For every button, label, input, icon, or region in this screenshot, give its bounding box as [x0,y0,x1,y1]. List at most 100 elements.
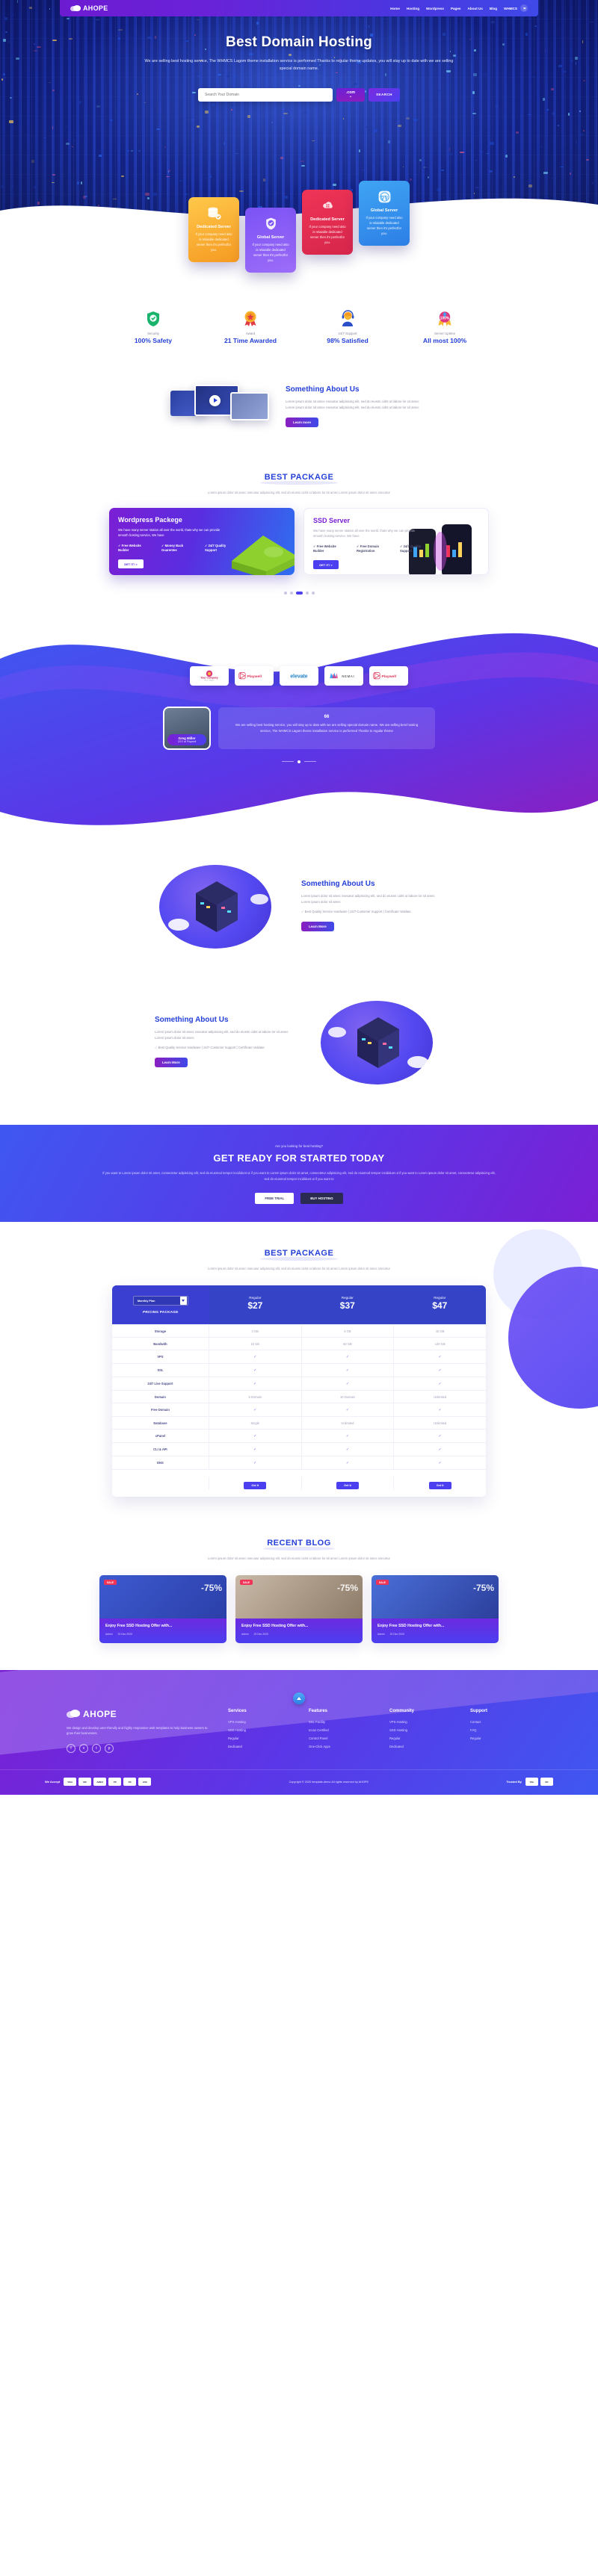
accepted-payments: We Accept VISA MC AMEX PP DC JCB [45,1778,151,1786]
best-package-section: BEST PACKAGE Lorem ipsum dolor sit amec … [0,453,598,595]
nav-item-whmcs[interactable]: WHMCS [504,7,517,10]
blog-meta: Admin 20 Dec 2020 [377,1633,493,1636]
stat-3: 24/7 Support 98% Satisfied [313,308,382,344]
pricing-foot-spacer [112,1477,209,1490]
learn-more-button[interactable]: Learn more [286,418,318,427]
pricing-table-foot: Get It Get It Get It [112,1469,486,1497]
nav-item-pages[interactable]: Pages [451,7,461,10]
free-trial-button[interactable]: FREE TRIAL [255,1193,294,1204]
search-input[interactable] [198,88,333,102]
footer-link[interactable]: VPS Hosting [389,1720,451,1724]
blog-meta-item: Admin [105,1633,113,1636]
footer-link[interactable]: SSL Facility [309,1720,370,1724]
carousel-dot[interactable] [296,592,303,595]
about2-bullets: ✓ Best Quality Service Hardware | 24/7 C… [301,910,443,913]
footer-column-title: Services [228,1709,289,1713]
server-light [231,109,232,111]
carousel-dot[interactable] [284,592,287,595]
plan-select-value: Monthly Plan [138,1300,155,1303]
server-light [66,143,70,145]
get-it-button-1[interactable]: Get It [244,1482,266,1489]
get-it-button-3[interactable]: Get It [429,1482,451,1489]
footer-link[interactable]: Regular [470,1737,531,1740]
nav-item-home[interactable]: Home [390,7,400,10]
server-light [428,176,429,179]
nav-item-about-us[interactable]: About Us [467,7,482,10]
pinterest-icon[interactable]: p [105,1744,114,1753]
carousel-dot[interactable] [290,592,293,595]
pricing-row: SSL ✓ ✓ ✓ [112,1363,486,1377]
server-light [552,112,555,114]
partner-logo-1[interactable]: Your Company Here’s Slogan [190,666,229,686]
svg-text:Playwell: Playwell [247,674,262,679]
blog-heading: RECENT BLOG [267,1539,331,1548]
facebook-icon[interactable]: f [67,1744,75,1753]
footer-link[interactable]: Dedicated [228,1745,289,1748]
footer-link[interactable]: Control Panel [309,1737,370,1740]
brand-logo[interactable]: AHOPE [70,4,108,12]
pricing-row: DNS ✓ ✓ ✓ [112,1456,486,1469]
footer-link[interactable]: VPS Hosting [228,1720,289,1724]
server-light [212,103,216,106]
plan-select-dropdown[interactable]: Monthly Plan [133,1296,188,1306]
feature-card-3[interactable]: Dedicated Server If your company need als… [302,190,353,255]
about3-learn-more-button[interactable]: Learn More [155,1058,188,1067]
carousel-dot[interactable] [306,592,309,595]
band-content: Your Company Here’s Slogan Playwell elevate… [0,614,598,763]
footer-link[interactable]: Dedicated [389,1745,451,1748]
about-video-thumbnail[interactable] [170,382,269,431]
partner-logo-5[interactable]: Playwell [369,666,408,686]
footer-link[interactable]: One-Click Apps [309,1745,370,1748]
pricing-row: Bandwith 15 GB 50 GB 120 GB [112,1337,486,1350]
pricing-row: 24/7 Live Support ✓ ✓ ✓ [112,1377,486,1390]
hero-subtitle: We are selling best hosting service, The… [142,58,456,73]
play-button-icon[interactable] [209,395,221,406]
scroll-to-top-icon[interactable] [293,1692,305,1704]
footer-link[interactable]: SSD Hosting [228,1728,289,1732]
footer-about-text: We design and develop user-friendly and … [67,1725,209,1737]
twitter-icon[interactable]: t [92,1744,101,1753]
footer-link[interactable]: Contact [470,1720,531,1724]
blog-image: SALE -75% [372,1575,499,1618]
footer-link-columns: Services VPS Hosting SSD Hosting Regular Ded… [228,1709,531,1754]
about2-learn-more-button[interactable]: Learn More [301,922,334,931]
server-light [301,165,305,167]
cart-icon[interactable] [520,4,528,12]
buy-hosting-button[interactable]: BUY HOSTING [300,1193,342,1204]
vimeo-icon[interactable]: v [79,1744,88,1753]
server-light [156,128,160,129]
nav-item-hosting[interactable]: Hosting [407,7,419,10]
footer-link[interactable]: Iccan Certified [309,1728,370,1732]
cloud-logo-icon [70,4,81,12]
feature-card-2[interactable]: Global Server If your company need also i… [245,208,296,273]
footer-link[interactable]: Regular [228,1737,289,1740]
footer-link[interactable]: Regular [389,1737,451,1740]
carousel-dot[interactable] [312,592,315,595]
package-get-it-button[interactable]: GET IT! > [313,560,339,569]
server-light [127,150,129,152]
partner-logo-2[interactable]: Playwell [235,666,274,686]
tld-dropdown[interactable]: .com ⌄ [336,88,365,102]
feature-card-4[interactable]: Global Server If your company need also i… [359,181,410,246]
nav-item-blog[interactable]: Blog [490,7,497,10]
testimonial-nav[interactable] [0,760,598,763]
server-light [138,150,141,152]
package-get-it-button[interactable]: GET IT! > [118,559,144,568]
trusted-icon-ssl: SSL [525,1778,538,1786]
nav-item-wordpress[interactable]: Wordpress [426,7,444,10]
footer-link[interactable]: FAQ [470,1728,531,1732]
blog-card-3[interactable]: SALE -75% Enjoy Free SSD Hosting Offer wit… [372,1575,499,1643]
pricing-heading: BEST PACKAGE [265,1249,334,1258]
carousel-dots[interactable] [0,583,598,595]
partner-logo-3[interactable]: elevate [280,666,318,686]
footer-logo[interactable]: AHOPE [67,1709,209,1719]
get-it-button-2[interactable]: Get It [336,1482,359,1489]
brand-name: AHOPE [83,4,108,12]
partner-logo-4[interactable]: NEMAI [324,666,363,686]
footer-link[interactable]: SSD Hosting [389,1728,451,1732]
blog-card-1[interactable]: SALE -75% Enjoy Free SSD Hosting Offer wit… [99,1575,226,1643]
search-button[interactable]: SEARCH [369,88,400,102]
feature-card-1[interactable]: Dedicated Server If your company need als… [188,197,239,262]
best-package-header: BEST PACKAGE Lorem ipsum dolor sit amec … [0,453,598,503]
blog-card-2[interactable]: SALE -75% Enjoy Free SSD Hosting Offer wit… [235,1575,363,1643]
